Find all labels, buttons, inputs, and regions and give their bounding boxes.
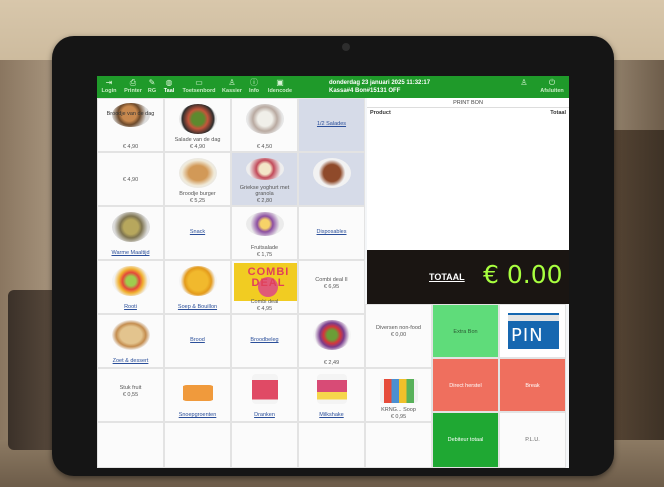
product-tile[interactable]: Diversen non-food € 0,00 bbox=[365, 304, 432, 368]
category-tile[interactable]: Zoet & dessert bbox=[97, 314, 164, 368]
product-tile[interactable]: COMBI DEAL Combi deal € 4,95 bbox=[231, 260, 298, 314]
category-tile[interactable]: Snack bbox=[164, 206, 231, 260]
category-tile[interactable]: Disposables bbox=[298, 206, 365, 260]
afsluiten-button[interactable]: ⏻ Afsluiten bbox=[537, 78, 567, 97]
keyboard-icon: ▭ bbox=[195, 78, 203, 87]
rg-button[interactable]: ✎ RG bbox=[143, 78, 161, 97]
pin-button[interactable]: PIN bbox=[499, 304, 566, 358]
session-info: donderdag 23 januari 2025 11:32:17 Kassa… bbox=[329, 79, 430, 95]
product-tile[interactable]: Broodje burger € 5,25 bbox=[164, 152, 231, 206]
fruitsalad-image bbox=[246, 212, 284, 236]
globe-icon: ◍ bbox=[165, 78, 173, 87]
product-tile[interactable]: Combi deal II € 6,95 bbox=[298, 260, 365, 314]
product-tile[interactable]: Broodje van de dag € 4,90 bbox=[97, 98, 164, 152]
category-tile[interactable]: Milkshake bbox=[298, 368, 365, 422]
category-tile[interactable]: Brood bbox=[164, 314, 231, 368]
total-label: TOTAAL bbox=[429, 272, 465, 282]
login-button[interactable]: ⇥ Login bbox=[98, 78, 120, 97]
fruit-image bbox=[313, 320, 351, 350]
extra-bon-button[interactable]: Extra Bon bbox=[432, 304, 499, 358]
user-button[interactable]: ♙ bbox=[513, 78, 535, 97]
card-stripe bbox=[508, 315, 559, 321]
wrench-icon: ✎ bbox=[148, 78, 156, 87]
product-tile[interactable]: € 4,50 bbox=[231, 98, 298, 152]
soup-image bbox=[179, 266, 217, 296]
dessert-image bbox=[112, 320, 150, 350]
break-button[interactable]: Break bbox=[499, 358, 566, 412]
direct-herstel-button[interactable]: Direct herstel bbox=[432, 358, 499, 412]
empty-tile bbox=[231, 422, 298, 468]
empty-tile bbox=[164, 422, 231, 468]
product-tile[interactable]: € 2,49 bbox=[298, 314, 365, 368]
product-tile[interactable]: Salade van de dag € 4,90 bbox=[164, 98, 231, 152]
category-tile[interactable]: Warme Maaltijd bbox=[97, 206, 164, 260]
background-stand bbox=[8, 290, 58, 450]
yoghurt-image bbox=[246, 158, 284, 180]
info-button[interactable]: ⓘ Info bbox=[245, 78, 263, 97]
camera-icon bbox=[342, 43, 350, 51]
milkshake-image bbox=[317, 374, 347, 404]
total-display: TOTAAL € 0.00 bbox=[367, 250, 569, 304]
product-tile[interactable]: Stuk fruit € 0,55 bbox=[97, 368, 164, 422]
register-text: Kassa#4 Bon#15131 OFF bbox=[329, 88, 401, 94]
printer-button[interactable]: ⎙ Printer bbox=[122, 78, 144, 97]
dish-image bbox=[246, 104, 284, 134]
product-tile[interactable]: KRNG... Soop € 0,95 bbox=[365, 368, 432, 422]
product-tile[interactable] bbox=[298, 152, 365, 206]
pos-screen: ⇥ Login ⎙ Printer ✎ RG ◍ Taal ▭ Toetsenb… bbox=[97, 76, 569, 468]
tablet-device: ⇥ Login ⎙ Printer ✎ RG ◍ Taal ▭ Toetsenb… bbox=[52, 36, 614, 476]
receipt-columns: Product Totaal bbox=[370, 110, 566, 116]
top-bar: ⇥ Login ⎙ Printer ✎ RG ◍ Taal ▭ Toetsenb… bbox=[97, 76, 569, 98]
info-icon: ⓘ bbox=[250, 78, 258, 87]
carrots-image bbox=[179, 385, 217, 401]
empty-tile bbox=[97, 422, 164, 468]
debiteur-totaal-button[interactable]: Debiteur totaal bbox=[432, 412, 499, 468]
product-tile[interactable]: Fruitsalade € 1,75 bbox=[231, 206, 298, 260]
total-column-header: Totaal bbox=[550, 110, 566, 116]
login-icon: ⇥ bbox=[105, 78, 113, 87]
taal-button[interactable]: ◍ Taal bbox=[160, 78, 178, 97]
category-tile[interactable]: Snoepgroenten bbox=[164, 368, 231, 422]
user-icon: ♙ bbox=[520, 78, 528, 87]
kassier-button[interactable]: ♙ Kassier bbox=[219, 78, 245, 97]
print-bon-header[interactable]: PRINT BON bbox=[367, 98, 569, 108]
bottles-image bbox=[380, 379, 418, 403]
printer-icon: ⎙ bbox=[129, 78, 137, 87]
product-tile[interactable]: Griekse yoghurt met granola € 2,80 bbox=[231, 152, 298, 206]
cake-image bbox=[313, 158, 351, 188]
category-tile[interactable]: Broodbeleg bbox=[231, 314, 298, 368]
category-tile[interactable]: Dranken bbox=[231, 368, 298, 422]
plu-button[interactable]: P.L.U. bbox=[499, 412, 566, 468]
idencode-button[interactable]: ▣ Idencode bbox=[265, 78, 295, 97]
pin-card-icon: PIN bbox=[506, 311, 561, 351]
warm-meal-image bbox=[112, 212, 150, 242]
toetsenbord-button[interactable]: ▭ Toetsenbord bbox=[179, 78, 219, 97]
salad-image bbox=[179, 104, 217, 134]
total-value: € 0.00 bbox=[483, 260, 563, 289]
product-column-header: Product bbox=[370, 110, 391, 116]
receipt-panel: Product Totaal bbox=[367, 108, 569, 250]
bowl-image bbox=[112, 266, 150, 296]
datetime-text: donderdag 23 januari 2025 11:32:17 bbox=[329, 80, 431, 86]
person-icon: ♙ bbox=[228, 78, 236, 87]
burger-image bbox=[179, 158, 217, 188]
idcard-icon: ▣ bbox=[276, 78, 284, 87]
product-tile[interactable]: € 4,90 bbox=[97, 152, 164, 206]
category-tile[interactable]: Soep & Bouillon bbox=[164, 260, 231, 314]
power-icon: ⏻ bbox=[548, 78, 556, 87]
combi-deal-image: COMBI DEAL bbox=[234, 263, 297, 301]
empty-tile bbox=[365, 422, 432, 468]
category-tile[interactable]: 1/2 Salades bbox=[298, 98, 365, 152]
drinks-image bbox=[252, 374, 278, 404]
empty-tile bbox=[298, 422, 365, 468]
category-tile[interactable]: Rooti bbox=[97, 260, 164, 314]
